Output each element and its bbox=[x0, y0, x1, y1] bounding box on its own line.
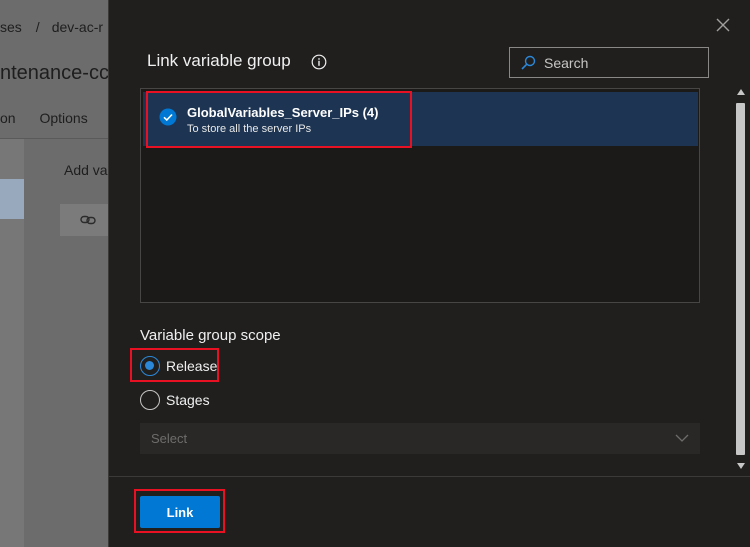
panel-title: Link variable group bbox=[147, 51, 291, 70]
link-variable-group-button-bg[interactable] bbox=[60, 204, 108, 236]
stages-select-placeholder: Select bbox=[151, 431, 188, 446]
checkmark-circle-icon[interactable] bbox=[159, 108, 177, 126]
scrollbar-thumb[interactable] bbox=[736, 103, 745, 455]
variable-group-description: To store all the server IPs bbox=[187, 123, 312, 135]
breadcrumb-item-pipeline[interactable]: dev-ac-r bbox=[52, 19, 103, 35]
link-button[interactable]: Link bbox=[140, 496, 220, 528]
panel-scrollbar[interactable] bbox=[733, 83, 749, 476]
stages-radio[interactable] bbox=[140, 390, 160, 410]
release-radio-label[interactable]: Release bbox=[166, 358, 217, 374]
variable-group-list: GlobalVariables_Server_IPs (4) To store … bbox=[140, 88, 700, 303]
pipeline-tabs: on Options bbox=[0, 110, 88, 126]
link-variable-group-panel: Link variable group GlobalVariables_Serv… bbox=[108, 0, 750, 547]
scroll-down-arrow-icon[interactable] bbox=[737, 463, 745, 469]
link-icon bbox=[80, 215, 96, 225]
add-variable-group-text: Add va bbox=[64, 162, 108, 178]
chevron-down-icon bbox=[675, 434, 689, 442]
breadcrumb-item-releases[interactable]: ses bbox=[0, 19, 22, 35]
search-input[interactable] bbox=[544, 53, 700, 73]
pipeline-title: ntenance-cc bbox=[0, 62, 108, 84]
tab-retention[interactable]: on bbox=[0, 110, 16, 126]
search-icon bbox=[521, 55, 536, 70]
breadcrumb: ses / dev-ac-r bbox=[0, 19, 103, 35]
background-page: ses / dev-ac-r ntenance-cc on Options Add … bbox=[0, 0, 108, 547]
close-icon[interactable] bbox=[713, 15, 733, 35]
stages-select[interactable]: Select bbox=[140, 423, 700, 454]
variable-group-scope-label: Variable group scope bbox=[140, 327, 281, 344]
tab-options[interactable]: Options bbox=[39, 110, 87, 126]
list-item[interactable]: GlobalVariables_Server_IPs (4) To store … bbox=[143, 92, 698, 146]
scroll-up-arrow-icon[interactable] bbox=[737, 89, 745, 95]
footer-divider bbox=[109, 476, 750, 477]
release-radio[interactable] bbox=[140, 356, 160, 376]
variables-nav-selected[interactable] bbox=[0, 179, 24, 219]
stages-radio-label[interactable]: Stages bbox=[166, 392, 210, 408]
info-icon[interactable] bbox=[311, 54, 327, 70]
variable-group-name: GlobalVariables_Server_IPs (4) bbox=[187, 105, 379, 120]
search-box[interactable] bbox=[509, 47, 709, 78]
breadcrumb-separator: / bbox=[35, 19, 40, 35]
